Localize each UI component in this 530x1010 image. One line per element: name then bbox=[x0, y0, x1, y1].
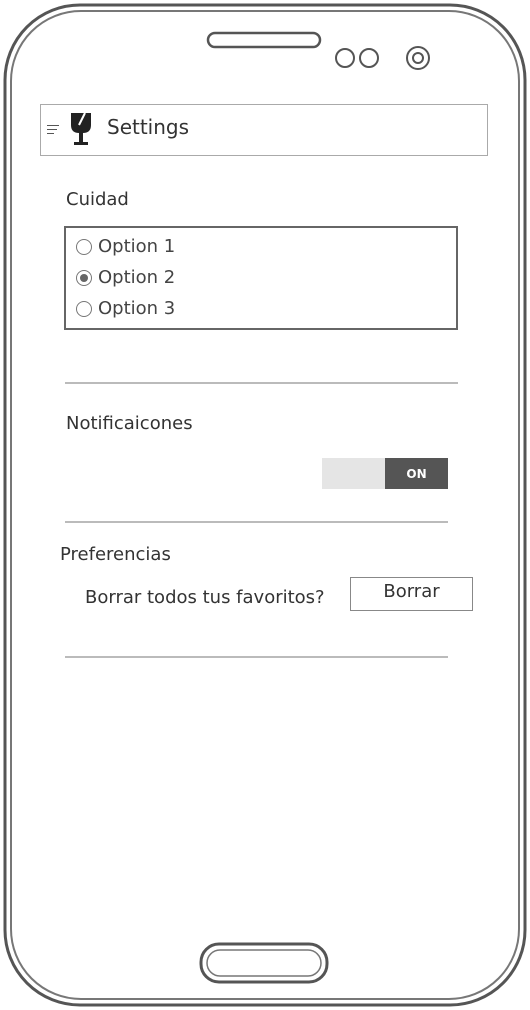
care-radio-group: Option 1 Option 2 Option 3 bbox=[64, 226, 458, 330]
divider bbox=[65, 656, 448, 658]
sensor-icon bbox=[359, 48, 379, 68]
radio-button-selected[interactable] bbox=[76, 269, 92, 286]
hamburger-menu-icon[interactable] bbox=[47, 125, 59, 135]
divider bbox=[65, 382, 458, 384]
sensor-icon bbox=[335, 48, 355, 68]
radio-label: Option 1 bbox=[98, 236, 176, 257]
notifications-label: Notificaicones bbox=[66, 413, 193, 434]
speaker-icon bbox=[206, 31, 322, 49]
notifications-toggle[interactable]: ON bbox=[322, 458, 448, 489]
radio-label: Option 2 bbox=[98, 267, 176, 288]
divider bbox=[65, 521, 448, 523]
toggle-on-label: ON bbox=[385, 458, 448, 489]
preferences-label: Preferencias bbox=[60, 544, 171, 565]
delete-favorites-button[interactable]: Borrar bbox=[350, 577, 473, 611]
radio-button[interactable] bbox=[76, 300, 92, 317]
care-label: Cuidad bbox=[66, 189, 129, 210]
page-title: Settings bbox=[107, 115, 190, 139]
radio-label: Option 3 bbox=[98, 298, 176, 319]
radio-option-2[interactable]: Option 2 bbox=[76, 267, 175, 288]
toggle-off-area bbox=[322, 458, 385, 489]
radio-option-1[interactable]: Option 1 bbox=[76, 236, 175, 257]
camera-icon bbox=[406, 46, 430, 70]
delete-favorites-question: Borrar todos tus favoritos? bbox=[85, 587, 325, 608]
radio-option-3[interactable]: Option 3 bbox=[76, 298, 175, 319]
radio-button[interactable] bbox=[76, 238, 92, 255]
app-bar: Settings bbox=[40, 104, 488, 156]
fragile-glass-icon bbox=[71, 112, 91, 145]
